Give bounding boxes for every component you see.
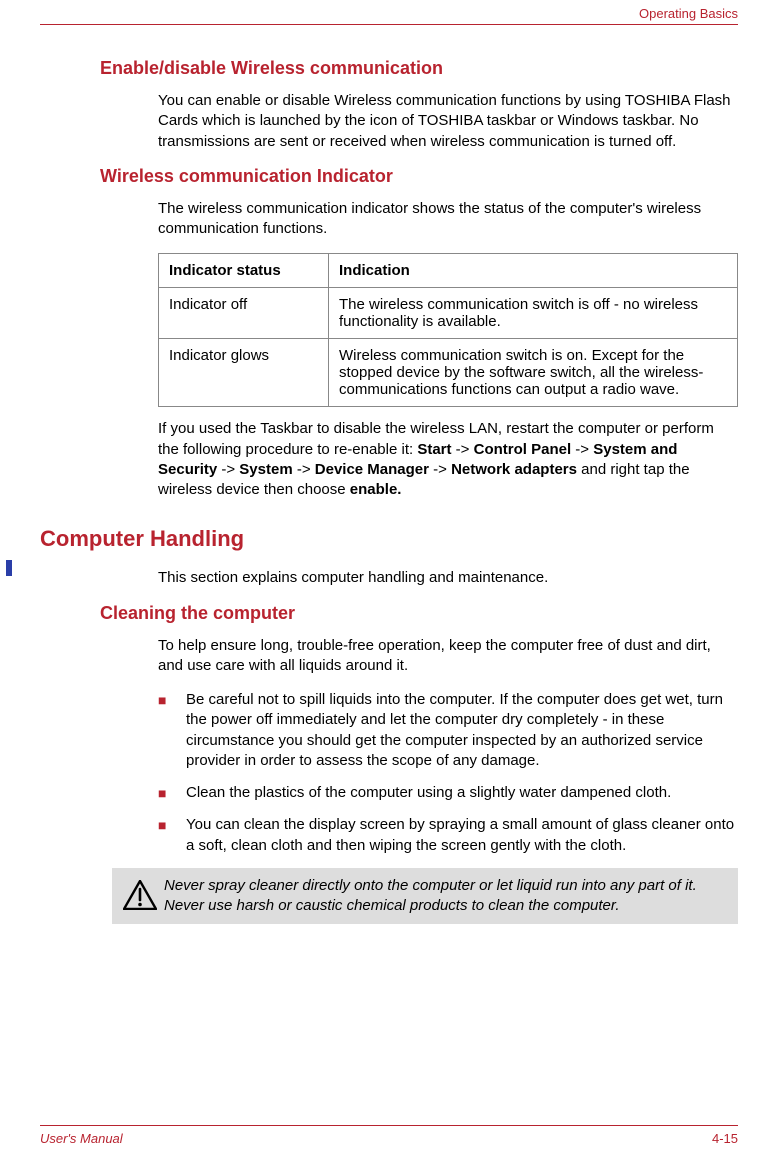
table-header-status: Indicator status: [159, 254, 329, 288]
path-system: System: [239, 461, 292, 478]
heading-enable-wireless: Enable/disable Wireless communication: [100, 58, 738, 79]
change-bar: [6, 560, 12, 576]
footer-manual-label: User's Manual: [40, 1131, 123, 1146]
heading-wireless-indicator: Wireless communication Indicator: [100, 166, 738, 187]
list-item: Be careful not to spill liquids into the…: [158, 690, 738, 771]
table-header-indication: Indication: [329, 254, 738, 288]
caution-icon: [116, 876, 164, 910]
enable-word: enable.: [350, 481, 402, 498]
caution-box: Never spray cleaner directly onto the co…: [112, 868, 738, 925]
path-start: Start: [417, 441, 451, 458]
list-item: Clean the plastics of the computer using…: [158, 783, 738, 803]
page: Operating Basics Enable/disable Wireless…: [0, 0, 778, 1172]
cleaning-list: Be careful not to spill liquids into the…: [158, 690, 738, 856]
paragraph-reenable: If you used the Taskbar to disable the w…: [158, 419, 738, 500]
paragraph-wireless-indicator: The wireless communication indicator sho…: [158, 199, 738, 240]
list-item: You can clean the display screen by spra…: [158, 815, 738, 856]
heading-cleaning: Cleaning the computer: [100, 603, 738, 624]
footer-rule: [40, 1125, 738, 1126]
indicator-table: Indicator status Indication Indicator of…: [158, 253, 738, 407]
paragraph-enable-wireless: You can enable or disable Wireless commu…: [158, 91, 738, 152]
table-cell-indication: Wireless communication switch is on. Exc…: [329, 339, 738, 407]
arrow: ->: [429, 461, 451, 478]
footer-page-number: 4-15: [712, 1131, 738, 1146]
table-row: Indicator off The wireless communication…: [159, 288, 738, 339]
table-header-row: Indicator status Indication: [159, 254, 738, 288]
table-row: Indicator glows Wireless communication s…: [159, 339, 738, 407]
arrow: ->: [217, 461, 239, 478]
arrow: ->: [452, 441, 474, 458]
path-device-manager: Device Manager: [315, 461, 429, 478]
arrow: ->: [571, 441, 593, 458]
path-network-adapters: Network adapters: [451, 461, 577, 478]
caution-text: Never spray cleaner directly onto the co…: [164, 876, 726, 917]
paragraph-cleaning: To help ensure long, trouble-free operat…: [158, 636, 738, 677]
table-cell-indication: The wireless communication switch is off…: [329, 288, 738, 339]
table-cell-status: Indicator off: [159, 288, 329, 339]
content-area: Enable/disable Wireless communication Yo…: [40, 48, 738, 924]
paragraph-computer-handling: This section explains computer handling …: [158, 568, 738, 588]
path-control-panel: Control Panel: [474, 441, 572, 458]
header-rule: [40, 24, 738, 25]
arrow: ->: [293, 461, 315, 478]
table-cell-status: Indicator glows: [159, 339, 329, 407]
header-chapter: Operating Basics: [639, 6, 738, 21]
heading-computer-handling: Computer Handling: [40, 526, 738, 552]
